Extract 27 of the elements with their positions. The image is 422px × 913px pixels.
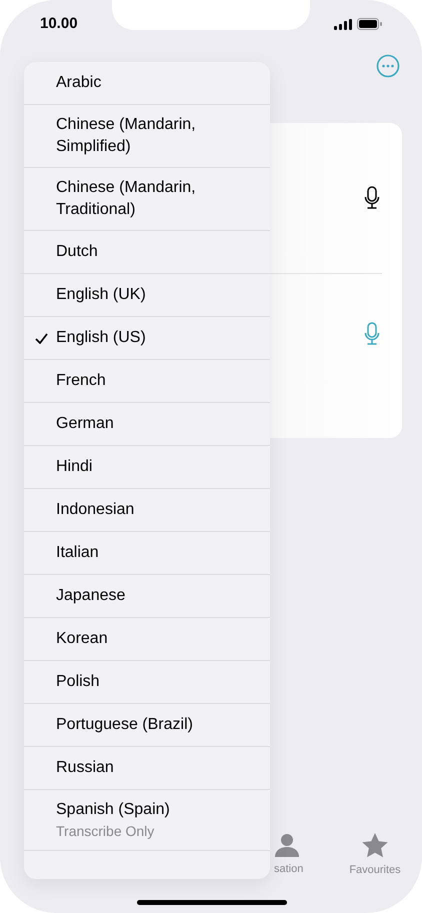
status-time: 10.00 xyxy=(40,14,78,34)
option-label: Spanish (Spain) xyxy=(56,800,170,820)
language-option[interactable]: Hindi xyxy=(24,446,270,489)
language-option[interactable]: German xyxy=(24,403,270,446)
language-option[interactable]: Russian xyxy=(24,747,270,790)
option-note: Transcribe Only xyxy=(56,822,156,841)
microphone-icon[interactable] xyxy=(364,186,380,210)
language-option[interactable]: Chinese (Mandarin, Simplified) xyxy=(24,105,270,168)
person-icon xyxy=(274,833,300,857)
language-option-row[interactable]: Spanish (Spain) Transcribe Only xyxy=(24,790,270,851)
language-option[interactable]: Italian xyxy=(24,532,270,575)
signal-icon xyxy=(334,18,352,30)
language-option[interactable]: Arabic xyxy=(24,62,270,105)
language-option[interactable]: Dutch xyxy=(24,231,270,274)
language-option[interactable]: English (UK) xyxy=(24,274,270,317)
language-option[interactable]: Japanese xyxy=(24,575,270,618)
language-option[interactable]: Portuguese (Brazil) xyxy=(24,704,270,747)
language-option[interactable]: French xyxy=(24,360,270,403)
language-option[interactable]: Chinese (Mandarin, Traditional) xyxy=(24,168,270,231)
more-options-icon[interactable] xyxy=(376,54,400,78)
battery-icon xyxy=(357,18,382,30)
language-option[interactable]: Korean xyxy=(24,618,270,661)
star-icon xyxy=(362,833,388,858)
checkmark-icon xyxy=(35,332,48,344)
language-option[interactable]: Polish xyxy=(24,661,270,704)
language-option[interactable]: English (US) xyxy=(24,317,270,360)
language-option[interactable]: Indonesian xyxy=(24,489,270,532)
